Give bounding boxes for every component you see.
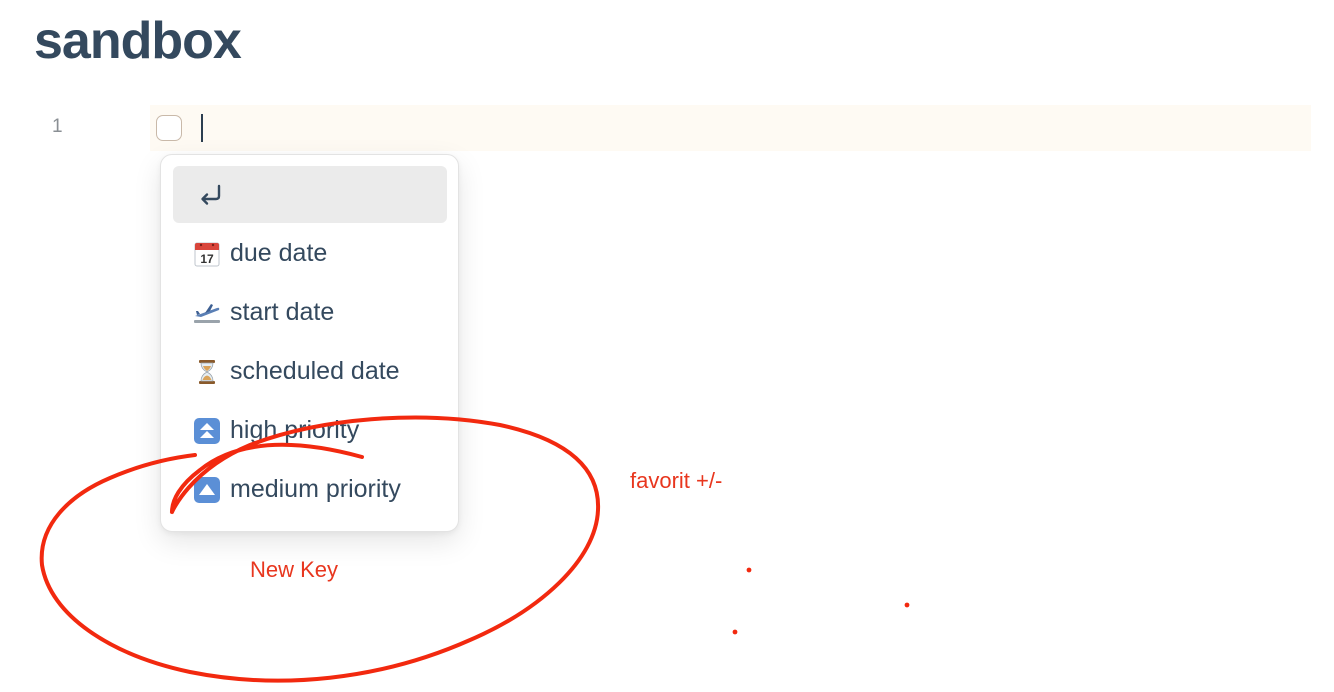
calendar-icon: 17 <box>194 242 220 266</box>
new-key-annotation: New Key <box>250 557 339 582</box>
svg-text:17: 17 <box>200 252 214 266</box>
task-checkbox[interactable] <box>156 115 182 141</box>
suggestion-item-new-line[interactable] <box>173 166 447 223</box>
suggestion-item-due-date[interactable]: 17 due date <box>173 225 447 282</box>
ink-dot <box>732 629 738 635</box>
ink-dot <box>746 567 752 573</box>
return-key-icon <box>201 184 221 205</box>
double-up-arrow-icon <box>194 417 220 444</box>
suggestion-item-start-date[interactable]: start date <box>173 284 447 341</box>
favorit-annotation: favorit +/- <box>630 468 723 493</box>
suggestion-item-scheduled-date[interactable]: scheduled date <box>173 343 447 400</box>
ink-dot <box>904 602 910 608</box>
page-title: sandbox <box>34 12 242 70</box>
suggestion-item-label: high priority <box>230 416 360 444</box>
suggestion-popup: 17 due date start date scheduled date hi… <box>160 154 459 532</box>
hourglass-icon <box>199 359 215 384</box>
active-editor-line[interactable] <box>150 105 1311 151</box>
up-triangle-icon <box>194 476 220 503</box>
sandbox-page: sandbox 1 17 due date start date schedul… <box>0 0 1334 692</box>
suggestion-item-label: start date <box>230 298 335 326</box>
suggestion-item-high-priority[interactable]: high priority <box>173 402 447 459</box>
airplane-departure-icon <box>194 303 220 323</box>
text-cursor <box>201 114 203 142</box>
suggestion-item-label: medium priority <box>230 475 401 503</box>
suggestion-item-label: due date <box>230 239 328 267</box>
suggestion-item-medium-priority[interactable]: medium priority <box>173 461 447 518</box>
line-number: 1 <box>52 116 63 137</box>
suggestion-item-label: scheduled date <box>230 357 400 385</box>
